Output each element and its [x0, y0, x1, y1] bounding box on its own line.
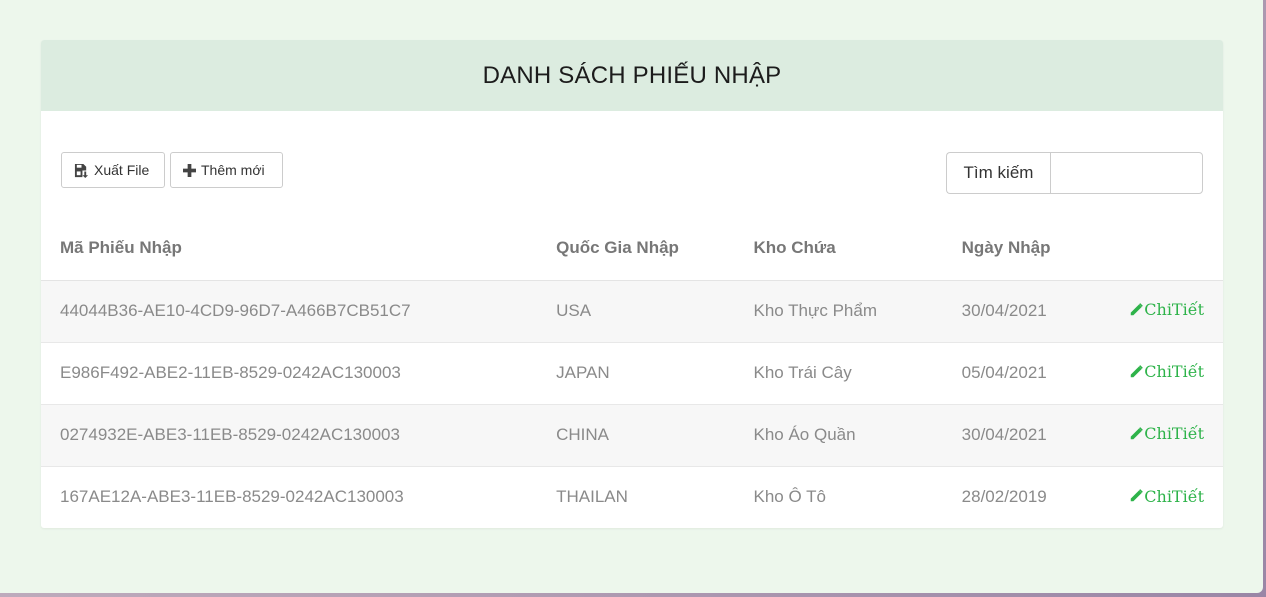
page-title: DANH SÁCH PHIẾU NHẬP: [482, 61, 782, 89]
cell-country: USA: [556, 280, 754, 343]
cell-warehouse: Kho Thực Phẩm: [753, 280, 962, 343]
cell-date: 28/02/2019: [961, 487, 1047, 507]
column-header-warehouse[interactable]: Kho Chứa: [753, 226, 962, 281]
table-row: 167AE12A-ABE3-11EB-8529-0242AC130003 THA…: [41, 466, 1223, 528]
cell-warehouse: Kho Áo Quần: [753, 404, 962, 467]
cell-action: ChiTiết: [1129, 404, 1223, 467]
cell-date: 05/04/2021: [961, 342, 1130, 405]
detail-link-label: ChiTiết: [1144, 486, 1204, 506]
pencil-icon: [1129, 364, 1144, 379]
column-header-id[interactable]: Mã Phiếu Nhập: [41, 226, 557, 281]
cell-action: ChiTiết: [1129, 280, 1223, 343]
detail-link-label: ChiTiết: [1144, 424, 1204, 444]
table-header-row: Mã Phiếu Nhập Quốc Gia Nhập Kho Chứa Ngà…: [41, 226, 1223, 281]
cell-warehouse: Kho Trái Cây: [753, 342, 962, 405]
cell-country: JAPAN: [556, 342, 754, 405]
search-input[interactable]: [1050, 152, 1203, 194]
detail-link[interactable]: ChiTiết: [1129, 362, 1204, 381]
add-new-label: Thêm mới: [201, 162, 265, 178]
export-file-label: Xuất File: [94, 162, 150, 178]
cell-action: ChiTiết: [1129, 466, 1223, 528]
column-header-date[interactable]: Ngày Nhập: [961, 226, 1130, 281]
cell-date: 30/04/2021: [961, 280, 1130, 343]
table-row: 44044B36-AE10-4CD9-96D7-A466B7CB51C7 USA…: [41, 280, 1223, 343]
cell-id: E986F492-ABE2-11EB-8529-0242AC130003: [41, 342, 557, 405]
pencil-icon: [1129, 489, 1144, 503]
detail-link[interactable]: ChiTiết: [1129, 300, 1204, 319]
toolbar: Xuất File Thêm mới Tìm kiếm: [41, 111, 1223, 226]
detail-link-label: ChiTiết: [1144, 300, 1204, 320]
detail-link-label: ChiTiết: [1144, 362, 1204, 382]
cell-warehouse: Kho Ô Tô: [753, 487, 826, 507]
pencil-icon: [1129, 426, 1144, 441]
table-row: E986F492-ABE2-11EB-8529-0242AC130003 JAP…: [41, 342, 1223, 405]
cell-id: 44044B36-AE10-4CD9-96D7-A466B7CB51C7: [41, 280, 557, 343]
export-file-button[interactable]: Xuất File: [61, 152, 165, 188]
add-new-button[interactable]: Thêm mới: [170, 152, 283, 188]
detail-link[interactable]: ChiTiết: [1129, 487, 1204, 506]
plus-icon: [183, 163, 196, 177]
save-export-icon: [74, 163, 89, 178]
cell-country: THAILAN: [556, 487, 628, 507]
page-background: DANH SÁCH PHIẾU NHẬP Xuất File Thêm mới …: [0, 0, 1263, 593]
detail-link[interactable]: ChiTiết: [1129, 424, 1204, 443]
search-label: Tìm kiếm: [946, 152, 1050, 194]
import-table: Mã Phiếu Nhập Quốc Gia Nhập Kho Chứa Ngà…: [41, 226, 1223, 528]
search-group: Tìm kiếm: [946, 152, 1203, 194]
cell-country: CHINA: [556, 404, 754, 467]
table-row: 0274932E-ABE3-11EB-8529-0242AC130003 CHI…: [41, 404, 1223, 467]
cell-id: 0274932E-ABE3-11EB-8529-0242AC130003: [41, 404, 557, 467]
column-header-country[interactable]: Quốc Gia Nhập: [556, 226, 754, 281]
column-header-action: [1129, 226, 1223, 281]
import-list-panel: DANH SÁCH PHIẾU NHẬP Xuất File Thêm mới …: [41, 40, 1223, 528]
cell-date: 30/04/2021: [961, 404, 1130, 467]
cell-id: 167AE12A-ABE3-11EB-8529-0242AC130003: [60, 487, 404, 507]
cell-action: ChiTiết: [1129, 342, 1223, 405]
pencil-icon: [1129, 302, 1144, 317]
panel-header: DANH SÁCH PHIẾU NHẬP: [41, 40, 1223, 111]
